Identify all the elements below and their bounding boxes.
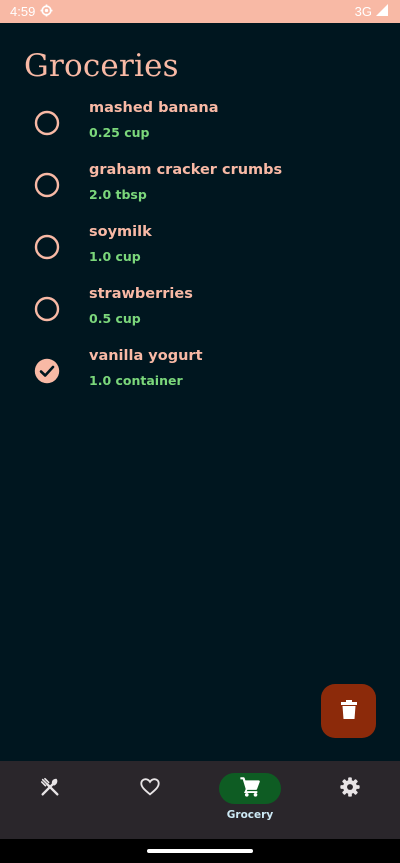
status-time: 4:59	[10, 4, 36, 19]
item-quantity: 0.5 cup	[89, 311, 141, 326]
delete-fab-button[interactable]	[321, 684, 376, 738]
item-name: vanilla yogurt	[89, 348, 203, 364]
bottom-navigation: Grocery	[0, 761, 400, 839]
network-type: 3G	[354, 4, 372, 19]
checkbox-unchecked[interactable]	[34, 110, 60, 136]
checkbox-unchecked[interactable]	[34, 234, 60, 260]
item-name: soymilk	[89, 224, 152, 240]
nav-item-recipes[interactable]	[0, 761, 100, 839]
gear-icon	[339, 776, 361, 802]
status-bar: 4:59 3G	[0, 0, 400, 23]
cart-icon	[239, 776, 261, 802]
list-item[interactable]: soymilk 1.0 cup	[0, 217, 400, 279]
page-title: Groceries	[24, 48, 179, 84]
utensils-icon	[39, 776, 61, 802]
nav-item-settings[interactable]	[300, 761, 400, 839]
item-quantity: 0.25 cup	[89, 125, 150, 140]
settings-status-icon	[40, 4, 53, 20]
list-item[interactable]: mashed banana 0.25 cup	[0, 93, 400, 155]
list-item[interactable]: strawberries 0.5 cup	[0, 279, 400, 341]
list-item[interactable]: vanilla yogurt 1.0 container	[0, 341, 400, 403]
home-indicator[interactable]	[147, 849, 253, 853]
checkbox-checked[interactable]	[34, 358, 60, 384]
item-quantity: 1.0 cup	[89, 249, 141, 264]
trash-icon	[340, 699, 357, 723]
grocery-list: mashed banana 0.25 cup graham cracker cr…	[0, 93, 400, 403]
item-quantity: 1.0 container	[89, 373, 183, 388]
nav-item-grocery[interactable]: Grocery	[200, 761, 300, 839]
signal-icon	[376, 4, 388, 19]
item-name: strawberries	[89, 286, 193, 302]
item-quantity: 2.0 tbsp	[89, 187, 147, 202]
checkbox-unchecked[interactable]	[34, 296, 60, 322]
list-item[interactable]: graham cracker crumbs 2.0 tbsp	[0, 155, 400, 217]
item-name: graham cracker crumbs	[89, 162, 283, 178]
checkbox-unchecked[interactable]	[34, 172, 60, 198]
nav-label-grocery: Grocery	[226, 809, 274, 821]
nav-item-favorites[interactable]	[100, 761, 200, 839]
item-name: mashed banana	[89, 100, 219, 116]
heart-icon	[139, 776, 161, 802]
system-navigation-bar	[0, 839, 400, 863]
